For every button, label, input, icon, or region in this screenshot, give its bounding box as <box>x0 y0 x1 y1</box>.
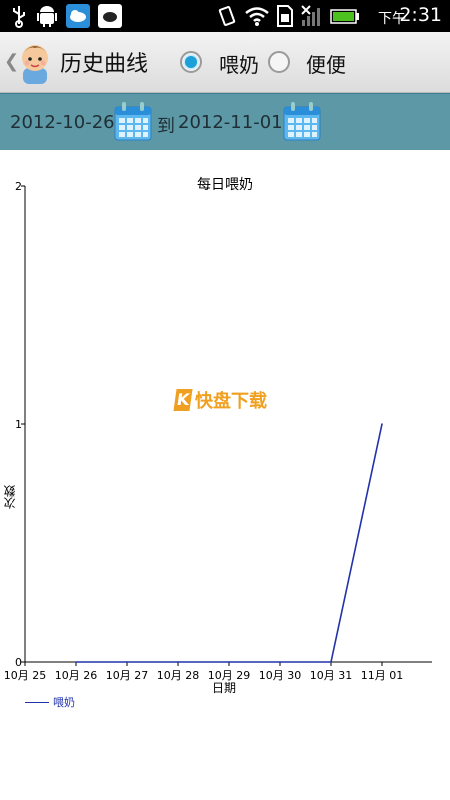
android-icon <box>36 4 58 32</box>
usb-icon <box>10 4 28 32</box>
watermark-text: 快盘下载 <box>195 391 267 412</box>
app-notification-icon <box>98 4 122 32</box>
baby-avatar-icon[interactable] <box>16 40 54 84</box>
radio-feeding-label[interactable]: 喂奶 <box>219 49 259 78</box>
page-title: 历史曲线 <box>60 52 149 77</box>
x-tick-label: 10月 31 <box>310 669 353 682</box>
series-line-0 <box>76 423 383 663</box>
y-tick-label: 0 <box>15 656 22 669</box>
sim-icon <box>276 4 294 32</box>
watermark-k-icon: K <box>173 389 193 411</box>
radio-feeding[interactable] <box>180 51 202 73</box>
y-tick-label: 1 <box>15 418 22 431</box>
x-tick-label: 10月 28 <box>157 669 200 682</box>
radio-poop-label[interactable]: 便便 <box>306 49 346 78</box>
radio-poop[interactable] <box>268 51 290 73</box>
date-range-bar: 2012-10-26 到 2012-11-01 <box>0 93 450 150</box>
system-icons <box>216 4 360 32</box>
status-time: 2:31 <box>399 4 442 26</box>
end-date[interactable]: 2012-11-01 <box>178 112 283 133</box>
chart-plot: 01210月 25 10月 26 10月 27 10月 28 10月 29 10月 30 1… <box>4 180 432 682</box>
notification-icons <box>10 4 122 32</box>
x-tick-label: 11月 01 <box>361 669 404 682</box>
series-point <box>330 661 332 663</box>
series-point <box>279 661 281 663</box>
end-calendar-icon[interactable] <box>283 101 321 141</box>
series-point <box>228 661 230 663</box>
vibrate-icon <box>216 4 238 32</box>
x-tick-label: 10月 26 <box>55 669 98 682</box>
y-tick-label: 2 <box>15 180 22 193</box>
x-axis-label: 日期 <box>212 681 237 695</box>
date-separator: 到 <box>157 116 175 137</box>
x-tick-label: 10月 27 <box>106 669 149 682</box>
wifi-icon <box>244 4 270 32</box>
series-point <box>126 661 128 663</box>
legend-label: 喂奶 <box>53 696 75 709</box>
chart-legend: 喂奶 <box>25 694 75 710</box>
x-tick-label: 10月 25 <box>4 669 47 682</box>
legend-line-swatch <box>25 701 49 703</box>
y-axis-label: 次数 <box>3 485 17 509</box>
status-bar: 下午 2:31 <box>0 0 450 32</box>
start-date[interactable]: 2012-10-26 <box>10 112 115 133</box>
battery-icon <box>330 4 360 32</box>
x-tick-label: 10月 30 <box>259 669 302 682</box>
series-point <box>381 423 383 425</box>
start-calendar-icon[interactable] <box>114 101 152 141</box>
weather-cloud-icon <box>66 4 90 32</box>
signal-icon <box>300 4 324 32</box>
series-point <box>75 661 77 663</box>
watermark-logo: K 快盘下载 <box>173 387 267 413</box>
history-chart: 每日喂奶 0 1 2 10月 25 10月 26 10月 27 10月 28 10月 29 10… <box>0 150 450 800</box>
title-bar: ❮ 历史曲线 喂奶 便便 <box>0 32 450 93</box>
series-point <box>177 661 179 663</box>
